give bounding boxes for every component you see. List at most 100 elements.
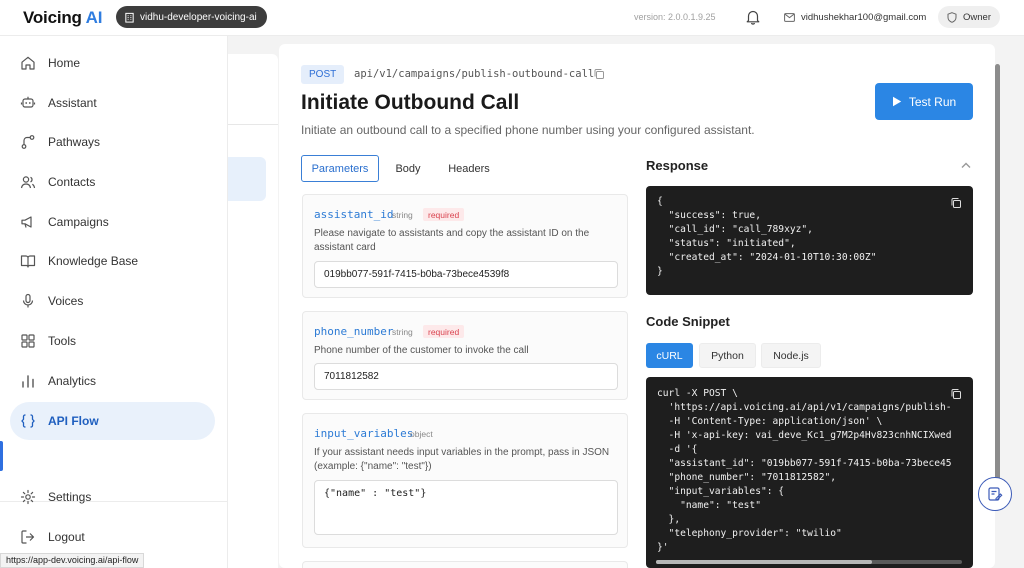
code-horizontal-scrollbar[interactable] bbox=[656, 560, 962, 564]
sidebar-item-label: Tools bbox=[48, 334, 77, 348]
test-run-label: Test Run bbox=[908, 94, 957, 109]
building-icon bbox=[125, 12, 134, 23]
param-description: Phone number of the customer to invoke t… bbox=[314, 345, 529, 356]
page-scrollbar[interactable] bbox=[995, 64, 1000, 504]
param-description: Please navigate to assistants and copy t… bbox=[314, 228, 590, 253]
sidebar-item-label: Contacts bbox=[48, 175, 96, 189]
endpoint-list-divider bbox=[228, 124, 278, 125]
sidebar-item-label: API Flow bbox=[48, 414, 99, 428]
chevron-up-icon[interactable] bbox=[960, 161, 972, 170]
page-description: Initiate an outbound call to a specified… bbox=[301, 123, 755, 137]
play-icon bbox=[892, 96, 902, 107]
sidebar-item-pathways[interactable]: Pathways bbox=[10, 123, 215, 161]
sidebar-item-campaigns[interactable]: Campaigns bbox=[10, 203, 215, 241]
required-badge: required bbox=[423, 208, 465, 221]
param-card-next bbox=[302, 561, 628, 568]
sidebar-item-contacts[interactable]: Contacts bbox=[10, 163, 215, 201]
sidebar-item-logout[interactable]: Logout bbox=[10, 518, 215, 556]
role-label: Owner bbox=[963, 11, 991, 23]
param-name: input_variables bbox=[314, 427, 414, 440]
bar-chart-icon bbox=[22, 375, 34, 388]
param-type: string bbox=[392, 210, 413, 220]
snippet-code-block: curl -X POST \ 'https://api.voicing.ai/a… bbox=[646, 377, 973, 568]
org-name: vidhu-developer-voicing-ai bbox=[140, 11, 257, 23]
shield-icon bbox=[947, 11, 957, 23]
sidebar-item-knowledge-base[interactable]: Knowledge Base bbox=[10, 242, 215, 280]
sidebar-item-label: Home bbox=[48, 56, 81, 70]
copy-icon[interactable] bbox=[950, 197, 962, 209]
sidebar-item-home[interactable]: Home bbox=[10, 44, 215, 82]
param-type: object bbox=[410, 429, 433, 439]
endpoint-path: api/v1/campaigns/publish-outbound-call bbox=[354, 68, 595, 80]
response-title: Response bbox=[646, 158, 709, 173]
mic-icon bbox=[22, 293, 34, 308]
endpoint-list-panel bbox=[228, 54, 278, 568]
sidebar-item-label: Settings bbox=[48, 490, 92, 504]
response-code: { "success": true, "call_id": "call_789x… bbox=[657, 196, 877, 277]
lang-tab-curl[interactable]: cURL bbox=[646, 343, 693, 368]
param-card-input-variables: input_variables object If your assistant… bbox=[302, 413, 628, 548]
user-menu[interactable]: vidhushekhar100@gmail.com bbox=[784, 8, 926, 26]
logout-icon bbox=[21, 530, 35, 544]
brand-suffix: AI bbox=[85, 8, 103, 27]
edit-note-icon bbox=[988, 487, 1003, 501]
sidebar-item-api-flow[interactable]: API Flow bbox=[10, 402, 215, 440]
brand-name: Voicing bbox=[23, 8, 82, 27]
org-switcher[interactable]: vidhu-developer-voicing-ai bbox=[116, 6, 267, 28]
tab-parameters[interactable]: Parameters bbox=[301, 155, 379, 182]
campaigns-icon bbox=[21, 216, 32, 228]
assistant-icon bbox=[20, 96, 36, 108]
pathways-icon bbox=[21, 135, 35, 149]
endpoint-list-selected-item[interactable] bbox=[228, 157, 266, 201]
sidebar-item-label: Analytics bbox=[48, 374, 97, 388]
response-code-block: { "success": true, "call_id": "call_789x… bbox=[646, 186, 973, 295]
status-url-tooltip: https://app-dev.voicing.ai/api-flow bbox=[0, 553, 145, 568]
page-title: Initiate Outbound Call bbox=[301, 91, 520, 114]
contacts-icon bbox=[20, 176, 36, 189]
copy-icon[interactable] bbox=[593, 68, 605, 80]
snippet-code: curl -X POST \ 'https://api.voicing.ai/a… bbox=[657, 388, 952, 553]
param-card-phone-number: phone_number string required Phone numbe… bbox=[302, 311, 628, 400]
sidebar-item-label: Campaigns bbox=[48, 215, 109, 229]
param-type: string bbox=[392, 327, 413, 337]
sidebar-item-label: Logout bbox=[48, 530, 85, 544]
input-variables-textarea[interactable]: {"name" : "test"} bbox=[314, 480, 618, 535]
code-snippet-title: Code Snippet bbox=[646, 314, 730, 329]
tab-headers[interactable]: Headers bbox=[441, 155, 497, 182]
param-description: If your assistant needs input variables … bbox=[314, 447, 610, 472]
top-bar: Voicing AI vidhu-developer-voicing-ai ve… bbox=[0, 0, 1024, 36]
required-badge: required bbox=[423, 325, 465, 338]
sidebar-item-voices[interactable]: Voices bbox=[10, 282, 215, 320]
phone-number-input[interactable]: 7011812582 bbox=[314, 363, 618, 390]
user-email: vidhushekhar100@gmail.com bbox=[801, 11, 927, 23]
sidebar-item-analytics[interactable]: Analytics bbox=[10, 362, 215, 400]
test-run-button[interactable]: Test Run bbox=[875, 83, 973, 120]
feedback-button[interactable] bbox=[978, 477, 1012, 511]
brand-logo[interactable]: Voicing AI bbox=[23, 8, 102, 28]
sidebar-item-label: Pathways bbox=[48, 135, 101, 149]
sidebar-item-label: Knowledge Base bbox=[48, 254, 139, 268]
mail-icon bbox=[784, 12, 795, 22]
sidebar-item-tools[interactable]: Tools bbox=[10, 322, 215, 360]
role-badge: Owner bbox=[938, 6, 1000, 28]
gear-icon bbox=[20, 489, 36, 505]
sidebar-item-label: Assistant bbox=[48, 96, 97, 110]
tab-body[interactable]: Body bbox=[385, 155, 431, 182]
assistant-id-input[interactable]: 019bb077-591f-7415-b0ba-73bece4539f8 bbox=[314, 261, 618, 288]
active-nav-indicator bbox=[0, 441, 3, 471]
sidebar-item-assistant[interactable]: Assistant bbox=[10, 84, 215, 122]
param-name: phone_number bbox=[314, 325, 394, 338]
lang-tab-nodejs[interactable]: Node.js bbox=[761, 343, 821, 368]
bell-icon[interactable] bbox=[744, 8, 762, 26]
version-label: version: 2.0.0.1.9.25 bbox=[634, 12, 716, 22]
scrollbar-thumb[interactable] bbox=[656, 560, 872, 564]
sidebar-item-settings[interactable]: Settings bbox=[10, 478, 215, 516]
book-icon bbox=[20, 255, 36, 268]
param-name: assistant_id bbox=[314, 208, 394, 221]
braces-icon bbox=[21, 414, 35, 428]
sidebar: Home Assistant Pathways Contacts Campaig… bbox=[0, 36, 228, 568]
copy-icon[interactable] bbox=[950, 388, 962, 400]
method-badge: POST bbox=[301, 65, 345, 84]
lang-tab-python[interactable]: Python bbox=[699, 343, 756, 368]
home-icon bbox=[21, 56, 35, 70]
